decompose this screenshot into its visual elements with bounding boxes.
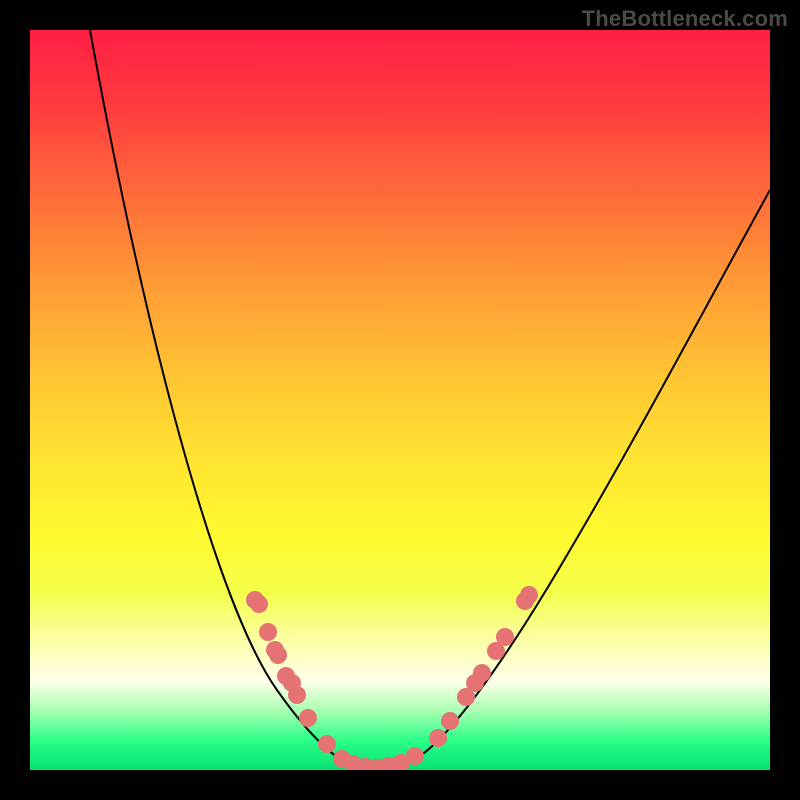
chart-plot-area bbox=[30, 30, 770, 770]
data-dots-group bbox=[246, 586, 538, 770]
data-dot bbox=[288, 686, 306, 704]
data-dot bbox=[520, 586, 538, 604]
watermark-text: TheBottleneck.com bbox=[582, 6, 788, 32]
data-dot bbox=[496, 628, 514, 646]
data-dot bbox=[318, 735, 336, 753]
data-dot bbox=[441, 712, 459, 730]
data-dot bbox=[473, 664, 491, 682]
data-dot bbox=[259, 623, 277, 641]
chart-svg bbox=[30, 30, 770, 770]
data-dot bbox=[406, 747, 424, 765]
data-dot bbox=[269, 646, 287, 664]
data-dot bbox=[299, 709, 317, 727]
data-dot bbox=[250, 595, 268, 613]
bottleneck-curve bbox=[90, 30, 770, 768]
data-dot bbox=[429, 729, 447, 747]
